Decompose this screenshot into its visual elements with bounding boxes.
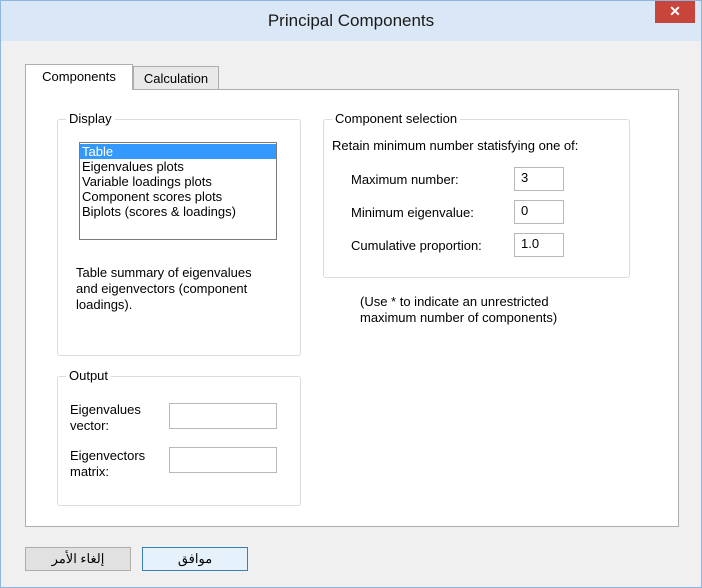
eigenvalues-vector-label-line2: vector: bbox=[70, 418, 110, 433]
close-button[interactable]: ✕ bbox=[655, 1, 695, 23]
list-item-eigenvalues-plots[interactable]: Eigenvalues plots bbox=[80, 159, 276, 174]
ok-button-label: موافق bbox=[177, 551, 213, 566]
close-icon: ✕ bbox=[669, 3, 681, 19]
window-title: Principal Components bbox=[267, 11, 435, 30]
output-group: Output Eigenvalues vector: Eigenvectors … bbox=[57, 368, 301, 506]
eigenvectors-matrix-input[interactable] bbox=[169, 447, 277, 473]
eigenvectors-matrix-label-line2: matrix: bbox=[70, 464, 109, 479]
list-item-biplots[interactable]: Biplots (scores & loadings) bbox=[80, 204, 276, 219]
display-description-line1: Table summary of eigenvalues bbox=[76, 265, 252, 280]
list-item-variable-loadings-plots[interactable]: Variable loadings plots bbox=[80, 174, 276, 189]
display-description-line2: and eigenvectors (component bbox=[76, 281, 248, 296]
eigenvalues-vector-label-line1: Eigenvalues bbox=[70, 402, 141, 417]
cumulative-proportion-input[interactable]: 1.0 bbox=[514, 233, 564, 257]
maximum-number-label: Maximum number: bbox=[351, 172, 459, 187]
display-description-line3: loadings). bbox=[76, 297, 133, 312]
list-item-table[interactable]: Table bbox=[80, 144, 276, 159]
tab-components[interactable]: Components bbox=[25, 64, 133, 90]
display-group: Display Table Eigenvalues plots Variable… bbox=[57, 111, 301, 356]
unrestricted-note-line2: maximum number of components) bbox=[360, 310, 558, 325]
minimum-eigenvalue-input[interactable]: 0 bbox=[514, 200, 564, 224]
tab-calculation-label: Calculation bbox=[143, 71, 209, 86]
component-selection-title: Component selection bbox=[332, 111, 461, 127]
tab-calculation[interactable]: Calculation bbox=[133, 66, 219, 90]
principal-components-dialog: Principal Components ✕ Components Calcul… bbox=[0, 0, 702, 588]
tab-components-label: Components bbox=[42, 69, 116, 84]
list-item-component-scores-plots[interactable]: Component scores plots bbox=[80, 189, 276, 204]
output-group-title: Output bbox=[66, 368, 112, 384]
retain-rule-text: Retain minimum number statisfying one of… bbox=[332, 138, 579, 153]
maximum-number-input[interactable]: 3 bbox=[514, 167, 564, 191]
cumulative-proportion-label: Cumulative proportion: bbox=[351, 238, 482, 253]
components-tab-panel: Display Table Eigenvalues plots Variable… bbox=[25, 89, 679, 527]
eigenvectors-matrix-label-line1: Eigenvectors bbox=[70, 448, 146, 463]
display-group-title: Display bbox=[66, 111, 115, 127]
ok-button[interactable]: موافق bbox=[142, 547, 248, 571]
unrestricted-note-line1: (Use * to indicate an unrestricted bbox=[360, 294, 549, 309]
cancel-button-label: إلغاء الأمر bbox=[51, 551, 105, 566]
cancel-button[interactable]: إلغاء الأمر bbox=[25, 547, 131, 571]
eigenvalues-vector-input[interactable] bbox=[169, 403, 277, 429]
display-listbox[interactable]: Table Eigenvalues plots Variable loading… bbox=[79, 142, 277, 240]
minimum-eigenvalue-label: Minimum eigenvalue: bbox=[351, 205, 474, 220]
title-bar[interactable]: Principal Components ✕ bbox=[1, 1, 701, 41]
component-selection-group: Component selection Retain minimum numbe… bbox=[323, 111, 630, 278]
